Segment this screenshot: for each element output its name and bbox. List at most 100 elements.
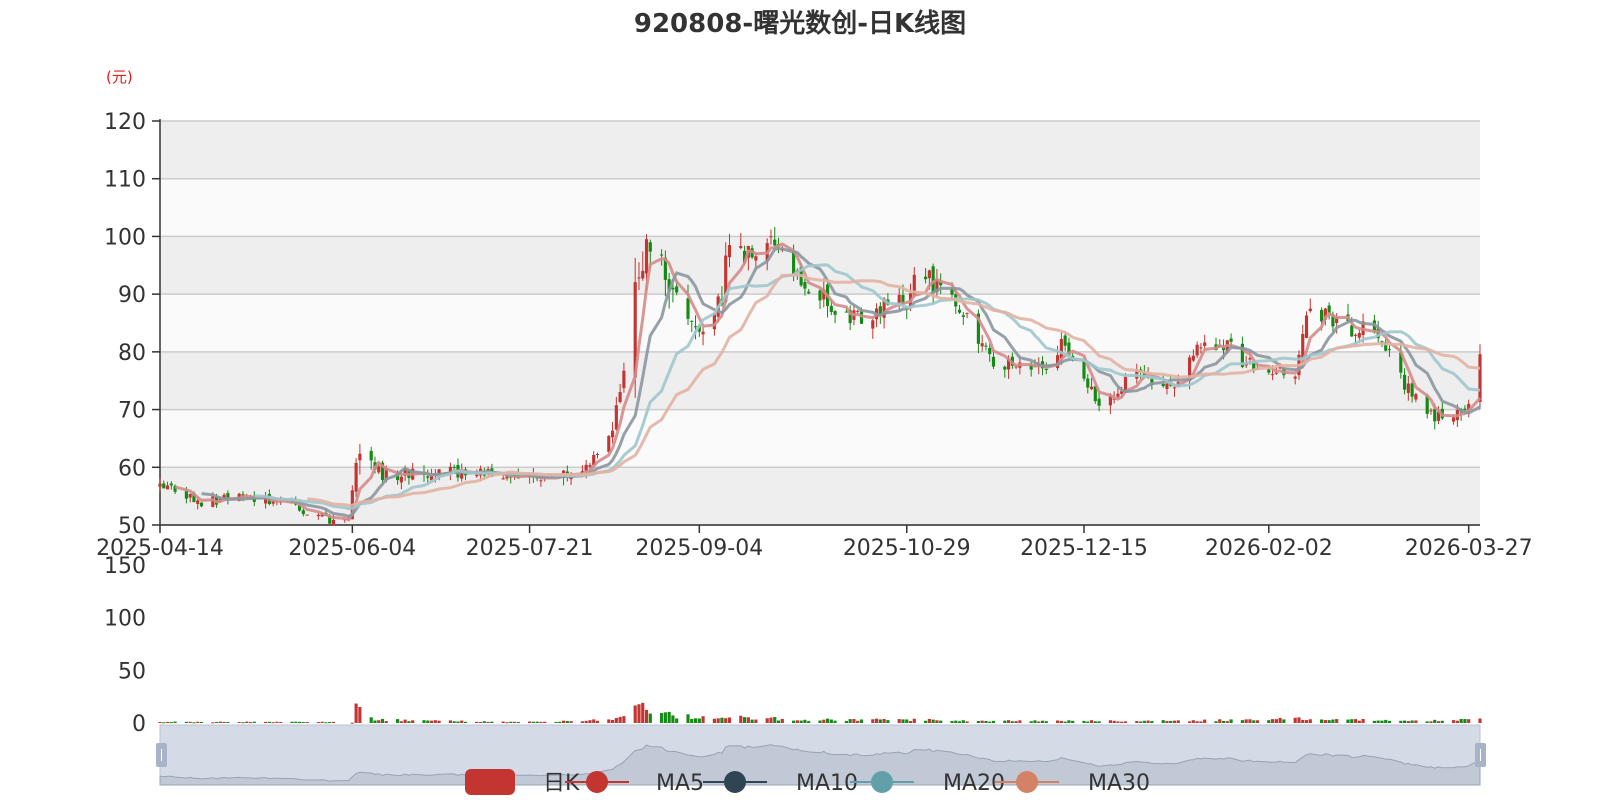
volume-bar bbox=[693, 718, 698, 723]
volume-bar bbox=[1282, 719, 1286, 723]
volume-bar bbox=[1323, 720, 1327, 723]
candle-body bbox=[1165, 383, 1169, 390]
volume-bar bbox=[222, 721, 226, 723]
volume-bar bbox=[1372, 720, 1376, 723]
candle-body bbox=[1433, 408, 1437, 422]
volume-bar bbox=[648, 713, 652, 723]
x-tick-label: 2025-12-15 bbox=[1020, 536, 1148, 561]
candle-body bbox=[165, 485, 170, 490]
volume-bar bbox=[950, 721, 954, 723]
volume-bar bbox=[1067, 720, 1071, 723]
volume-bar bbox=[316, 722, 320, 724]
volume-bar bbox=[1248, 719, 1252, 723]
volume-bar bbox=[1267, 720, 1271, 723]
volume-bar bbox=[874, 718, 879, 723]
volume-bar bbox=[954, 720, 958, 723]
volume-bar bbox=[1320, 719, 1324, 723]
volume-bar bbox=[1278, 717, 1282, 723]
candle-body bbox=[833, 311, 837, 315]
candle-body bbox=[622, 370, 626, 389]
volume-bar bbox=[501, 721, 505, 723]
volume-bar bbox=[931, 719, 935, 723]
candle-body bbox=[856, 310, 860, 312]
candle-body bbox=[1191, 355, 1195, 361]
volume-bar bbox=[539, 721, 543, 723]
volume-bar bbox=[588, 720, 592, 723]
volume-bar bbox=[792, 720, 796, 723]
volume-bar bbox=[264, 721, 268, 723]
volume-bar bbox=[1436, 721, 1441, 723]
volume-bar bbox=[980, 720, 984, 723]
candle-body bbox=[501, 478, 505, 480]
volume-bar bbox=[1165, 721, 1169, 723]
volume-bar bbox=[1429, 721, 1433, 723]
volume-bar bbox=[1301, 719, 1305, 723]
volume-bar bbox=[580, 721, 584, 723]
volume-bar bbox=[633, 705, 637, 723]
volume-bar bbox=[275, 721, 279, 723]
volume-bar bbox=[358, 707, 362, 723]
volume-bar bbox=[528, 721, 532, 723]
volume-bar bbox=[1089, 720, 1094, 723]
volume-bar bbox=[1467, 719, 1471, 723]
legend-swatch bbox=[1016, 771, 1038, 793]
volume-bar bbox=[569, 721, 573, 723]
volume-bar bbox=[1112, 720, 1116, 723]
date-x-axis: 2025-04-14 2025-06-04 2025-07-21 2025-09-04… bbox=[96, 524, 1533, 561]
volume-bar bbox=[1116, 721, 1120, 723]
volume-bar bbox=[407, 721, 411, 723]
legend-label: MA5 bbox=[656, 771, 704, 796]
volume-bar bbox=[1399, 720, 1403, 723]
volume-bar bbox=[1082, 720, 1086, 723]
volume-bar bbox=[1293, 717, 1297, 723]
candle-body bbox=[675, 286, 679, 293]
volume-bar bbox=[697, 718, 701, 723]
volume-bar bbox=[742, 717, 747, 723]
volume-bar bbox=[279, 721, 283, 723]
volume-bar bbox=[660, 713, 664, 723]
volume-bar bbox=[1452, 720, 1456, 723]
volume-bar bbox=[765, 718, 769, 723]
x-tick-label: 2025-07-21 bbox=[466, 536, 594, 561]
candle-body bbox=[1044, 368, 1048, 370]
volume-bar bbox=[818, 720, 822, 723]
candle-body bbox=[1320, 309, 1324, 322]
candle-body bbox=[377, 466, 381, 473]
candle-body bbox=[1267, 369, 1271, 373]
volume-bar bbox=[727, 717, 732, 723]
volume-bar bbox=[297, 721, 302, 723]
candle-body bbox=[1199, 347, 1203, 349]
candle-body bbox=[369, 450, 373, 461]
volume-bar bbox=[935, 720, 939, 723]
volume-bar bbox=[188, 721, 192, 723]
volume-bar bbox=[878, 719, 882, 723]
candle-body bbox=[539, 480, 543, 482]
volume-bar bbox=[1014, 721, 1018, 723]
volume-bar bbox=[739, 715, 743, 723]
candle-body bbox=[1116, 393, 1120, 397]
volume-bar bbox=[720, 717, 724, 723]
volume-bar bbox=[1044, 721, 1048, 723]
candle-body bbox=[690, 320, 694, 322]
volume-bar bbox=[886, 720, 890, 723]
volume-bar bbox=[905, 719, 909, 723]
volume-bar bbox=[859, 719, 864, 723]
volume-bar bbox=[1440, 720, 1444, 723]
volume-bar bbox=[369, 717, 373, 723]
volume-bar bbox=[437, 720, 441, 723]
candle-body bbox=[358, 453, 362, 461]
candle-body bbox=[1172, 387, 1177, 389]
volume-bar bbox=[773, 717, 777, 723]
candle-body bbox=[1402, 374, 1407, 390]
volume-tick-label: 100 bbox=[104, 607, 146, 632]
volume-bar bbox=[671, 715, 675, 723]
candle-body bbox=[1195, 344, 1199, 356]
volume-bar bbox=[746, 717, 750, 723]
volume-bar bbox=[607, 719, 611, 723]
volume-bar bbox=[1402, 720, 1407, 723]
volume-bar bbox=[976, 720, 980, 723]
volume-bar bbox=[924, 720, 928, 723]
volume-bar bbox=[478, 722, 483, 724]
volume-bar bbox=[460, 720, 464, 723]
volume-bar bbox=[961, 720, 965, 723]
